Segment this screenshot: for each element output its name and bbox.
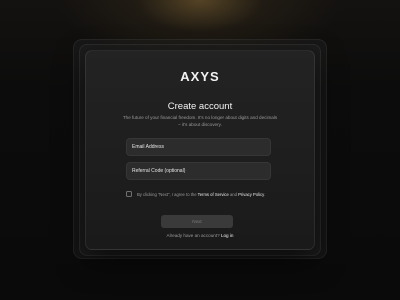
signup-card: AXYS Create account The future of your f… bbox=[85, 50, 315, 250]
email-input[interactable] bbox=[132, 144, 270, 150]
brand-logo: AXYS bbox=[180, 69, 220, 84]
privacy-policy-link[interactable]: Privacy Policy bbox=[238, 192, 264, 197]
terms-text: By clicking "Next", I agree to the Terms… bbox=[137, 192, 265, 197]
page-subtitle: The future of your financial freedom. It… bbox=[122, 115, 278, 127]
referral-code-field[interactable] bbox=[126, 162, 271, 180]
page-title: Create account bbox=[167, 101, 233, 112]
terms-suffix: . bbox=[263, 191, 266, 197]
terms-agreement-row: By clicking "Next", I agree to the Terms… bbox=[126, 190, 286, 198]
email-field[interactable] bbox=[126, 138, 271, 156]
next-button[interactable]: Next bbox=[161, 215, 233, 228]
terms-checkbox[interactable] bbox=[126, 191, 132, 197]
login-prompt: Already have an account? Log in bbox=[86, 233, 314, 238]
terms-and: and bbox=[228, 191, 239, 197]
terms-of-service-link[interactable]: Terms of Service bbox=[198, 192, 229, 197]
referral-code-input[interactable] bbox=[132, 168, 270, 174]
login-prompt-text: Already have an account? bbox=[166, 233, 221, 238]
login-link[interactable]: Log in bbox=[221, 233, 234, 238]
terms-prefix: By clicking "Next", I agree to the bbox=[137, 191, 198, 197]
